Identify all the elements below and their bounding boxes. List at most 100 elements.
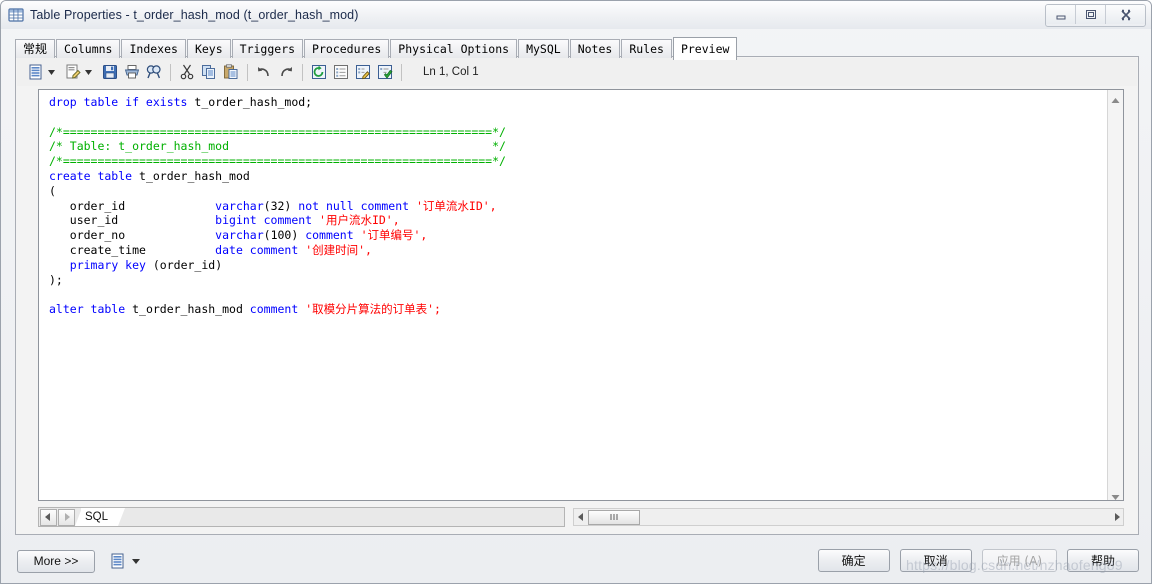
table-properties-window: Table Properties - t_order_hash_mod (t_o…: [0, 0, 1152, 584]
code-token: t_order_hash_mod: [132, 168, 250, 183]
tab-notes[interactable]: Notes: [569, 39, 621, 58]
cut-icon: [178, 63, 196, 81]
hscroll-right-arrow-icon[interactable]: [1110, 513, 1123, 521]
new-document-dropdown-arrow[interactable]: [47, 63, 56, 81]
tab-columns[interactable]: Columns: [56, 39, 121, 58]
code-token: '订单编号',: [353, 228, 428, 243]
code-token: t_order_hash_mod: [125, 302, 250, 317]
find-button[interactable]: [143, 61, 165, 83]
code-token: (order_id): [145, 257, 223, 272]
redo-icon: [277, 63, 295, 81]
code-token: '订单流水ID',: [409, 198, 497, 213]
print-button[interactable]: [121, 61, 143, 83]
edit-document-button[interactable]: [62, 61, 84, 83]
tab-indexes[interactable]: Indexes: [121, 39, 186, 58]
copy-button[interactable]: [198, 61, 220, 83]
code-token: '用户流水ID',: [312, 213, 400, 228]
code-token: order_id: [49, 198, 216, 213]
code-token: comment: [305, 228, 354, 243]
title-bar: Table Properties - t_order_hash_mod (t_o…: [1, 1, 1151, 29]
code-token: alter table: [49, 302, 126, 317]
tab-procedures[interactable]: Procedures: [304, 39, 390, 58]
cursor-position-indicator: Ln 1, Col 1: [415, 62, 541, 82]
minimize-button[interactable]: [1046, 5, 1076, 24]
hscroll-thumb[interactable]: [588, 509, 640, 525]
horizontal-scrollbar[interactable]: [573, 508, 1124, 526]
validate-script-icon: [376, 63, 394, 81]
more-button[interactable]: More >>: [17, 549, 95, 573]
code-token: order_no: [49, 228, 216, 243]
refresh-button[interactable]: [308, 61, 330, 83]
redo-button[interactable]: [275, 61, 297, 83]
validate-script-button[interactable]: [374, 61, 396, 83]
tab-mysql[interactable]: MySQL: [518, 39, 569, 58]
edit-document-dropdown-arrow[interactable]: [84, 63, 93, 81]
code-token: varchar: [215, 228, 264, 243]
code-token: primary key: [69, 257, 146, 272]
footer-script-button[interactable]: [109, 552, 127, 570]
edit-script-icon: [354, 63, 372, 81]
code-token: varchar: [215, 198, 264, 213]
cut-button[interactable]: [176, 61, 198, 83]
tab-rules[interactable]: Rules: [621, 39, 672, 58]
list-view-button[interactable]: [330, 61, 352, 83]
undo-icon: [255, 63, 273, 81]
close-button[interactable]: [1106, 5, 1145, 24]
undo-button[interactable]: [253, 61, 275, 83]
code-token: /* Table: t_order_hash_mod */: [49, 139, 506, 154]
code-token: create table: [49, 168, 133, 183]
sql-editor-container: drop table if exists t_order_hash_mod; /…: [38, 89, 1124, 501]
code-token: '创建时间',: [298, 242, 372, 257]
sql-editor[interactable]: drop table if exists t_order_hash_mod; /…: [39, 90, 1107, 500]
toolbar-separator: [401, 63, 402, 81]
scroll-up-arrow-icon[interactable]: [1110, 92, 1121, 103]
code-token: bigint comment: [215, 213, 313, 228]
code-token: t_order_hash_mod;: [187, 95, 313, 109]
sheet-next-button[interactable]: [58, 508, 75, 526]
scroll-down-arrow-icon[interactable]: [1110, 489, 1121, 500]
code-token: drop table if exists: [49, 95, 188, 109]
edit-script-button[interactable]: [352, 61, 374, 83]
save-button[interactable]: [99, 61, 121, 83]
code-token: (32): [263, 198, 299, 213]
code-token: date comment: [215, 242, 299, 257]
toolbar-separator: [302, 63, 303, 81]
table-icon: [8, 7, 24, 23]
code-token: /*======================================…: [49, 124, 506, 139]
tab-triggers[interactable]: Triggers: [231, 39, 304, 58]
edit-document-icon: [64, 63, 82, 81]
cancel-button[interactable]: 取消: [899, 549, 972, 572]
hscroll-left-arrow-icon[interactable]: [574, 513, 587, 521]
maximize-button[interactable]: [1076, 5, 1106, 24]
code-token: create_time: [49, 242, 216, 257]
editor-vertical-scrollbar[interactable]: [1107, 90, 1123, 500]
code-token: user_id: [49, 213, 216, 228]
print-icon: [123, 63, 141, 81]
tab-physical-options[interactable]: Physical Options: [390, 39, 518, 58]
code-token: comment: [249, 302, 299, 317]
new-document-button[interactable]: [25, 61, 47, 83]
copy-icon: [200, 63, 218, 81]
find-icon: [145, 63, 163, 81]
window-controls: [1045, 4, 1146, 27]
script-icon: [109, 552, 127, 570]
tab-preview[interactable]: Preview: [672, 37, 738, 60]
code-token: '取模分片算法的订单表';: [298, 302, 441, 317]
dialog-footer: More >> 确定 取消 应用 (A) 帮助: [1, 539, 1152, 583]
code-token: not null comment: [298, 198, 410, 213]
window-title: Table Properties - t_order_hash_mod (t_o…: [30, 8, 359, 22]
tab-keys[interactable]: Keys: [186, 39, 231, 58]
footer-dropdown-arrow[interactable]: [131, 552, 140, 570]
sheet-tab-sql[interactable]: SQL: [74, 508, 126, 526]
tab-常规[interactable]: 常规: [15, 39, 56, 58]
paste-button[interactable]: [220, 61, 242, 83]
sheet-prev-button[interactable]: [40, 508, 57, 526]
help-button[interactable]: 帮助: [1067, 549, 1139, 572]
sheet-tab-strip: SQL: [38, 507, 565, 527]
list-view-icon: [332, 63, 350, 81]
apply-button: 应用 (A): [981, 549, 1057, 572]
paste-icon: [222, 63, 240, 81]
ok-button[interactable]: 确定: [817, 549, 890, 572]
toolbar-separator: [170, 63, 171, 81]
